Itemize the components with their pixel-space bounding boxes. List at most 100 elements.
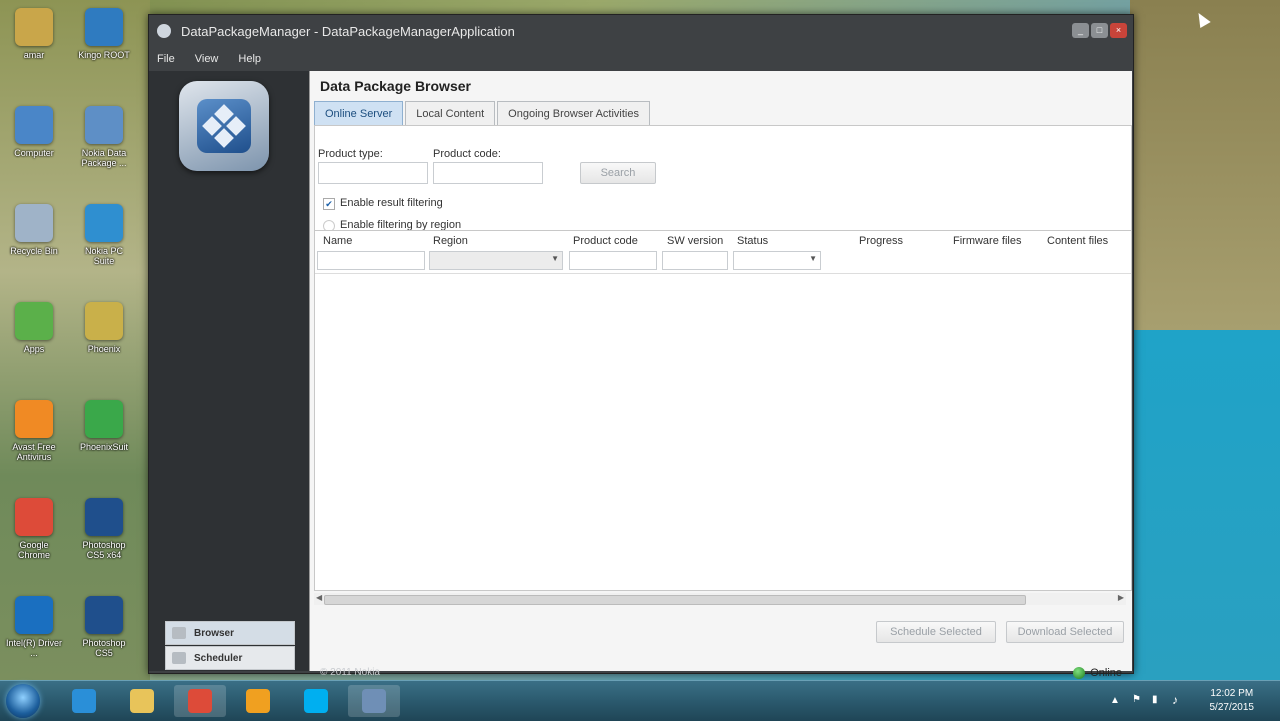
data-package-manager-icon (362, 689, 386, 713)
desktop-icon[interactable]: PhoenixSuit (74, 400, 134, 452)
desktop-shortcut-icon (15, 204, 53, 242)
column-sw-version[interactable]: SW version (667, 235, 723, 247)
chevron-down-icon: ▼ (551, 254, 559, 263)
schedule-selected-button[interactable]: Schedule Selected (876, 621, 996, 643)
search-button[interactable]: Search (580, 162, 656, 184)
desktop-icon[interactable]: Recycle Bin (4, 204, 64, 256)
desktop-icon[interactable]: amar (4, 8, 64, 60)
online-status-icon (1073, 667, 1086, 679)
filter-product-code-input[interactable] (569, 251, 657, 270)
volume-icon[interactable]: ♪ (1172, 693, 1178, 707)
filter-region-select[interactable]: ▼ (429, 251, 563, 270)
desktop-shortcut-icon (15, 400, 53, 438)
desktop-icon-label: Nokia PC Suite (84, 246, 123, 266)
desktop-icon[interactable]: Google Chrome (4, 498, 64, 560)
show-hidden-icons-icon[interactable]: ▲ (1110, 695, 1120, 706)
filter-sw-version-input[interactable] (662, 251, 728, 270)
scroll-left-icon[interactable]: ◀ (316, 593, 322, 602)
desktop-icon-label: Computer (14, 148, 54, 158)
column-name[interactable]: Name (323, 235, 352, 247)
desktop-shortcut-icon (85, 498, 123, 536)
desktop-shortcut-icon (15, 106, 53, 144)
result-filtering-checkbox[interactable]: ✔ (323, 198, 335, 210)
desktop-shortcut-icon (85, 106, 123, 144)
result-filtering-label: Enable result filtering (340, 197, 443, 209)
desktop-icon-label: Google Chrome (17, 540, 50, 560)
desktop-icon-label: Kingo ROOT (78, 50, 130, 60)
filter-name-input[interactable] (317, 251, 425, 270)
results-table-header: Name Region Product code SW version Stat… (315, 230, 1131, 274)
nav-browser[interactable]: Browser (165, 621, 295, 645)
download-selected-button[interactable]: Download Selected (1006, 621, 1124, 643)
desktop-icon-label: Photoshop CS5 x64 (82, 540, 126, 560)
desktop-icon[interactable]: Photoshop CS5 x64 (74, 498, 134, 560)
desktop-icon[interactable]: Avast Free Antivirus (4, 400, 64, 462)
action-center-icon[interactable]: ⚑ (1132, 694, 1141, 705)
scheduler-icon (172, 652, 186, 664)
menu-view[interactable]: View (195, 53, 219, 65)
taskbar-button[interactable] (174, 685, 226, 717)
tab-local-content[interactable]: Local Content (405, 101, 496, 126)
app-logo-icon (179, 81, 269, 171)
browser-icon (172, 627, 186, 639)
filter-status-select[interactable]: ▼ (733, 251, 821, 270)
nav-browser-label: Browser (194, 627, 235, 639)
close-button[interactable]: × (1110, 23, 1127, 38)
tab-online-server[interactable]: Online Server (314, 101, 404, 126)
scrollbar-thumb[interactable] (324, 595, 1026, 605)
desktop-icon[interactable]: Intel(R) Driver ... (4, 596, 64, 658)
menu-bar: File View Help (149, 47, 1133, 71)
desktop-icon-label: Avast Free Antivirus (12, 442, 56, 462)
desktop-icon[interactable]: Phoenix (74, 302, 134, 354)
desktop-icon-label: amar (23, 50, 45, 60)
nav-scheduler[interactable]: Scheduler (165, 646, 295, 670)
start-button[interactable] (6, 684, 40, 718)
desktop-icon-label: Intel(R) Driver ... (5, 638, 62, 658)
title-bar[interactable]: DataPackageManager - DataPackageManagerA… (149, 15, 1133, 47)
desktop-icon[interactable]: Photoshop CS5 (74, 596, 134, 658)
horizontal-scrollbar[interactable]: ◀ ▶ (314, 593, 1126, 605)
desktop-shortcut-icon (85, 8, 123, 46)
menu-file[interactable]: File (157, 53, 175, 65)
taskbar-button[interactable] (232, 685, 284, 717)
tab-ongoing-activities[interactable]: Ongoing Browser Activities (497, 101, 650, 126)
taskbar-button[interactable] (58, 685, 110, 717)
desktop-icon-label: PhoenixSuit (79, 442, 129, 452)
clock-time: 12:02 PM (1210, 688, 1254, 699)
window-controls: _ □ × (1072, 23, 1127, 38)
tab-bar: Online Server Local Content Ongoing Brow… (310, 100, 1132, 126)
scroll-right-icon[interactable]: ▶ (1118, 593, 1124, 602)
column-product-code[interactable]: Product code (573, 235, 638, 247)
clock[interactable]: 12:02 PM 5/27/2015 (1210, 687, 1255, 715)
wallpaper-right-top (1130, 0, 1280, 340)
status-label: Online (1090, 667, 1122, 679)
product-type-label: Product type: (318, 148, 383, 160)
column-progress[interactable]: Progress (859, 235, 903, 247)
explorer-folder-icon (130, 689, 154, 713)
desktop-icon[interactable]: Nokia Data Package ... (74, 106, 134, 168)
window-title: DataPackageManager - DataPackageManagerA… (181, 23, 515, 39)
product-code-input[interactable] (433, 162, 543, 184)
column-content-files[interactable]: Content files (1047, 235, 1108, 247)
desktop-icon[interactable]: Apps (4, 302, 64, 354)
taskbar-button[interactable] (348, 685, 400, 717)
column-region[interactable]: Region (433, 235, 468, 247)
desktop-shortcut-icon (15, 8, 53, 46)
maximize-button[interactable]: □ (1091, 23, 1108, 38)
desktop-shortcut-icon (85, 400, 123, 438)
desktop-icon[interactable]: Kingo ROOT (74, 8, 134, 60)
desktop-icon-label: Recycle Bin (10, 246, 58, 256)
page-title: Data Package Browser (320, 78, 471, 94)
desktop-icon-label: Apps (23, 344, 45, 354)
minimize-button[interactable]: _ (1072, 23, 1089, 38)
menu-help[interactable]: Help (238, 53, 261, 65)
taskbar-button[interactable] (290, 685, 342, 717)
taskbar-button[interactable] (116, 685, 168, 717)
desktop-icon[interactable]: Nokia PC Suite (74, 204, 134, 266)
network-icon[interactable]: ▮ (1152, 694, 1158, 705)
copyright-text: © 2011 Nokia (320, 667, 380, 678)
column-status[interactable]: Status (737, 235, 768, 247)
column-firmware-files[interactable]: Firmware files (953, 235, 1021, 247)
desktop-icon[interactable]: Computer (4, 106, 64, 158)
product-type-input[interactable] (318, 162, 428, 184)
